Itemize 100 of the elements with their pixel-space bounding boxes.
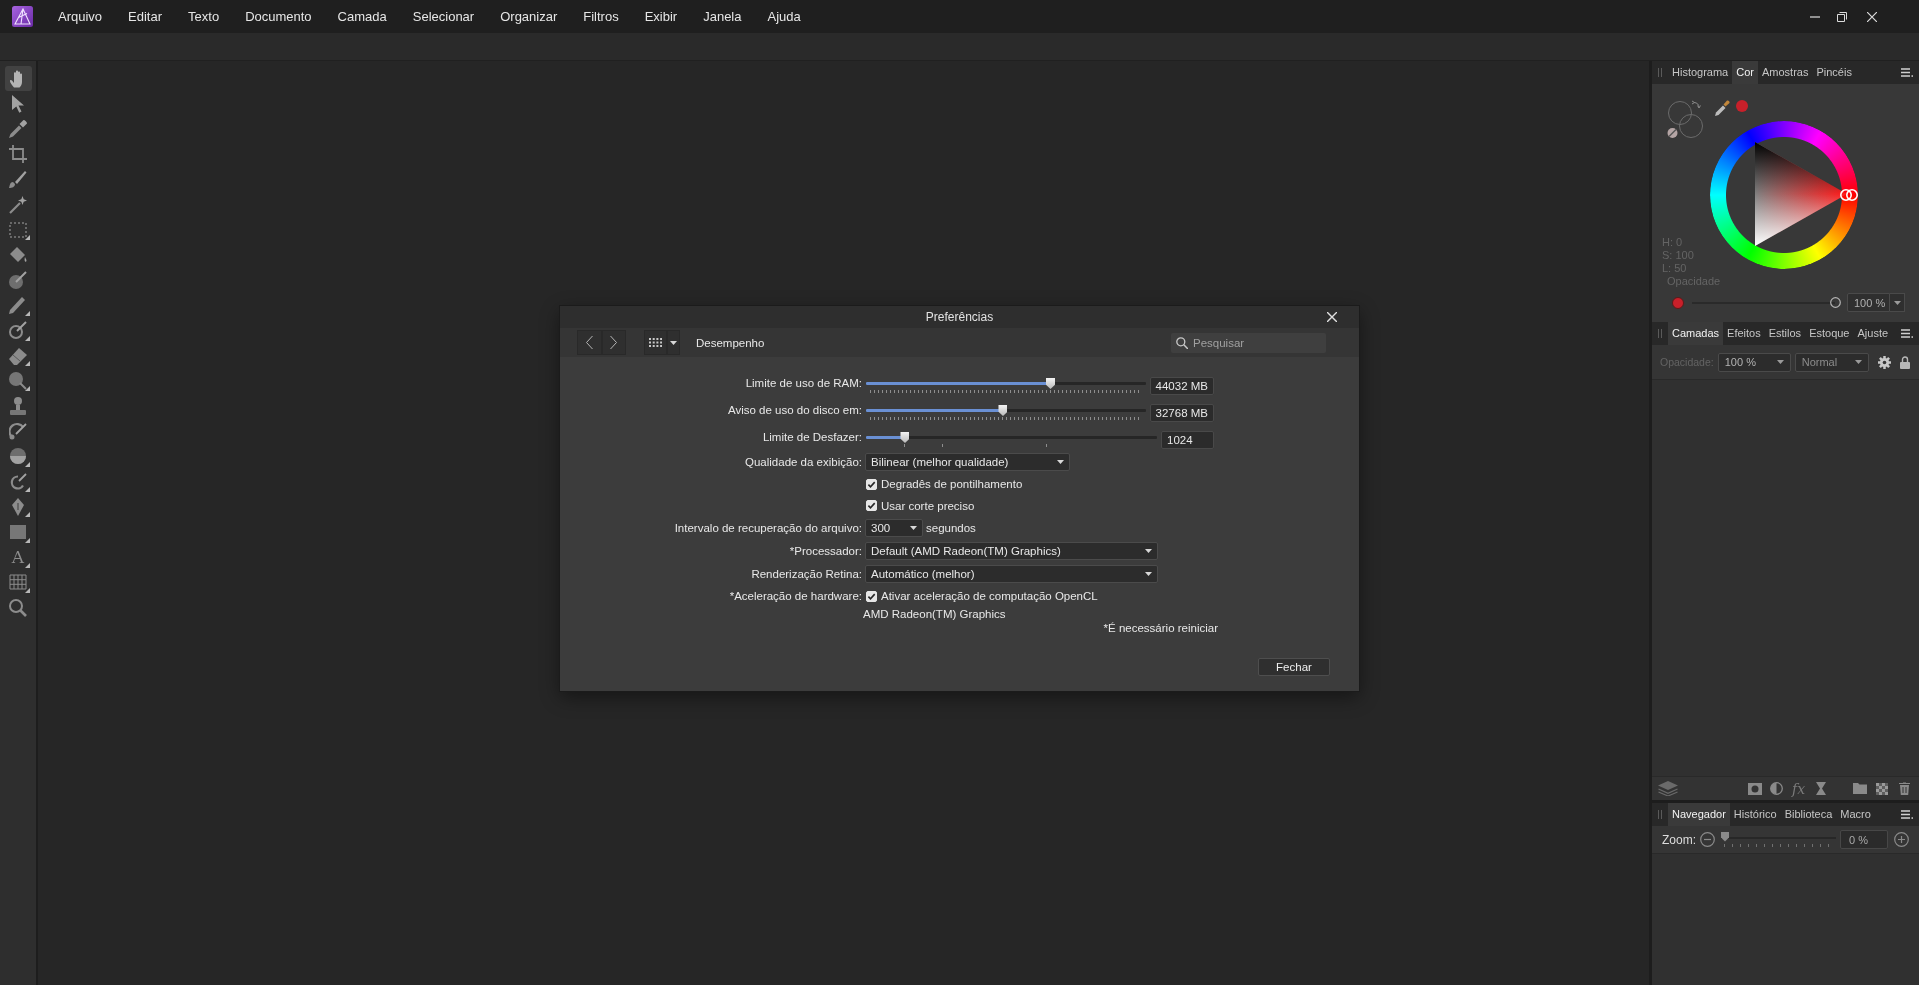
value-field[interactable]: 32768 MB (1149, 404, 1214, 422)
panel-tab[interactable]: Camadas (1668, 322, 1724, 345)
menu-item[interactable]: Texto (175, 3, 233, 30)
menu-item[interactable]: Organizar (487, 3, 571, 30)
minimize-icon[interactable] (1810, 15, 1820, 18)
hourglass-icon[interactable] (1815, 782, 1826, 795)
menu-item[interactable]: Exibir (631, 3, 691, 30)
panel-tab[interactable]: Efeitos (1723, 322, 1765, 345)
slider-handle[interactable] (998, 405, 1008, 416)
trash-icon[interactable] (1898, 782, 1910, 795)
chevron-right-icon (610, 336, 618, 349)
color-dot-icon (1672, 296, 1684, 309)
dropdown[interactable]: Default (AMD Radeon(TM) Graphics) (865, 542, 1158, 560)
caret-icon (1057, 460, 1064, 464)
arc-brush-icon (9, 422, 27, 441)
slider-handle[interactable] (1721, 831, 1729, 842)
opacity-field[interactable]: 100 % (1847, 293, 1890, 312)
tool-button[interactable] (4, 66, 32, 92)
zoom-field[interactable]: 0 % (1840, 830, 1888, 849)
color-swatches-icon[interactable] (1667, 100, 1705, 139)
blend-mode-dropdown[interactable]: Normal (1794, 352, 1869, 372)
checkerboard-icon[interactable] (1876, 782, 1888, 795)
option-label: Degradês de pontilhamento (881, 478, 1023, 491)
view-menu-button[interactable] (667, 330, 680, 355)
close-icon[interactable] (1327, 312, 1337, 322)
minus-icon[interactable] (1700, 832, 1715, 847)
caret-icon (910, 526, 917, 530)
menu-item[interactable]: Filtros (570, 3, 632, 30)
menu-item[interactable]: Arquivo (45, 3, 116, 30)
field-label: Qualidade da exibição: (745, 456, 862, 468)
panel-menu-icon[interactable] (1901, 68, 1913, 77)
panel-tab[interactable]: Biblioteca (1780, 803, 1837, 826)
slider-handle[interactable] (900, 432, 910, 443)
grid-view-button[interactable] (644, 330, 667, 355)
eyedropper-icon[interactable] (1715, 100, 1730, 116)
slider-handle[interactable] (1830, 297, 1841, 308)
opacity-slider[interactable] (1692, 297, 1841, 308)
field-label: *Processador: (789, 545, 862, 557)
lock-icon[interactable] (1899, 355, 1910, 369)
panel-menu-icon[interactable] (1901, 329, 1913, 338)
panel-tab[interactable]: Estoque (1805, 322, 1854, 345)
device-name: AMD Radeon(TM) Graphics (863, 608, 1006, 620)
pen-nib-icon (9, 497, 27, 516)
panel-menu-icon[interactable] (1901, 810, 1913, 819)
hook-brush-icon (9, 472, 27, 491)
panel-tab[interactable]: Macro (1836, 803, 1875, 826)
dropdown[interactable]: Automático (melhor) (865, 565, 1158, 583)
menu-item[interactable]: Documento (232, 3, 325, 30)
option-label: Ativar aceleração de computação OpenCL (881, 590, 1098, 603)
caret-icon (1145, 549, 1152, 553)
panel-tab[interactable]: Estilos (1764, 322, 1806, 345)
panel-tab[interactable]: Cor (1732, 61, 1758, 84)
dialog-button[interactable]: Fechar (1258, 658, 1330, 676)
opacity-dropdown[interactable]: 100 % (1717, 352, 1791, 372)
panel-tab[interactable]: Ajuste (1853, 322, 1893, 345)
drag-handle-icon[interactable] (1658, 810, 1662, 819)
menu-item[interactable]: Editar (115, 3, 176, 30)
disc-brush-icon (9, 271, 27, 290)
forward-button[interactable] (601, 330, 626, 355)
drag-handle-icon[interactable] (1658, 68, 1662, 77)
panel-tab[interactable]: Navegador (1668, 803, 1730, 826)
stamp-icon (9, 397, 27, 416)
ring-marker-icon[interactable] (1840, 189, 1858, 201)
zoom-slider[interactable] (1721, 831, 1836, 848)
panel-tab[interactable]: Histograma (1668, 61, 1733, 84)
adjustment-icon[interactable] (1770, 782, 1783, 795)
value-field[interactable]: 1024 (1161, 431, 1214, 449)
value-field[interactable]: 44032 MB (1149, 377, 1214, 395)
settings-icon[interactable] (1877, 355, 1891, 369)
menu-item[interactable]: Selecionar (399, 3, 488, 30)
marquee-icon (9, 220, 27, 239)
checkbox[interactable] (866, 478, 877, 490)
folder-icon[interactable] (1853, 783, 1867, 794)
panel-tab[interactable]: Amostras (1758, 61, 1813, 84)
eraser-icon (9, 346, 27, 365)
plus-icon[interactable] (1894, 832, 1909, 847)
menu-item[interactable]: Janela (690, 3, 755, 30)
back-button[interactable] (577, 330, 602, 355)
tool-button[interactable]: A (4, 544, 32, 570)
app-logo[interactable] (12, 6, 33, 27)
menu-item[interactable]: Ajuda (754, 3, 814, 30)
search-field[interactable]: Pesquisar (1171, 332, 1326, 353)
panel-tab[interactable]: Histórico (1729, 803, 1781, 826)
drag-handle-icon[interactable] (1658, 329, 1662, 338)
panel-tab[interactable]: Pincéis (1812, 61, 1856, 84)
field-label: Intervalo de recuperação do arquivo: (674, 522, 862, 534)
restore-icon[interactable] (1837, 11, 1847, 22)
close-icon[interactable] (1867, 11, 1877, 22)
dropdown-button[interactable] (1890, 293, 1905, 312)
dropdown[interactable]: Bilinear (melhor qualidade) (865, 453, 1070, 471)
checkbox[interactable] (866, 590, 877, 602)
color-triangle[interactable] (1755, 142, 1847, 246)
half-disc-icon (9, 447, 27, 466)
slider-handle[interactable] (1046, 378, 1055, 389)
checkbox[interactable] (866, 500, 877, 512)
field-label: Limite de uso de RAM: (745, 377, 862, 389)
mask-icon[interactable] (1747, 782, 1762, 795)
chevron-left-icon (585, 336, 593, 349)
menu-item[interactable]: Camada (324, 3, 400, 30)
dropdown[interactable]: 300 (865, 519, 923, 537)
